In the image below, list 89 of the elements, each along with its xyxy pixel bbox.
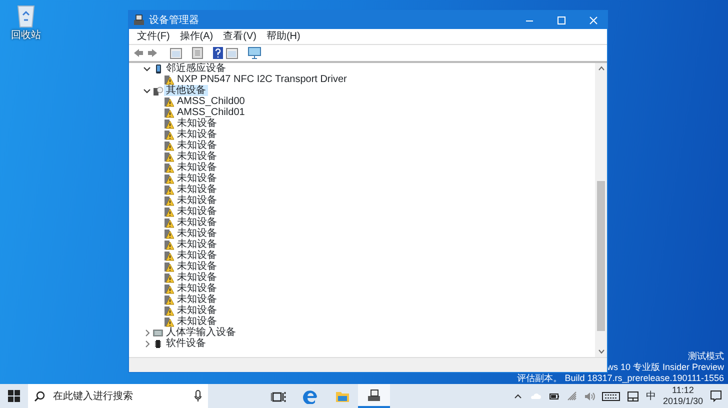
properties-icon[interactable] (170, 48, 182, 58)
warning-device-icon (164, 306, 174, 316)
menu-item[interactable]: 查看(V) (219, 29, 260, 44)
watermark-text: 评估副本。 Build 18317.rs_prerelease.190111-1556 (517, 373, 724, 384)
warning-device-icon (164, 262, 174, 272)
tree-item[interactable]: 未知设备 (175, 283, 219, 294)
back-arrow-icon[interactable] (133, 48, 144, 58)
warning-device-icon (164, 316, 174, 326)
computer-icon (133, 14, 145, 26)
tree-item[interactable]: 未知设备 (175, 305, 219, 316)
forward-arrow-icon[interactable] (147, 48, 158, 58)
document-icon[interactable] (192, 47, 203, 59)
tree-item[interactable]: 未知设备 (175, 118, 219, 129)
notification-icon[interactable] (710, 390, 722, 402)
phone-icon (153, 64, 163, 74)
tablet-icon[interactable] (626, 390, 639, 402)
tree-item[interactable]: 未知设备 (175, 228, 219, 239)
warning-device-icon (164, 294, 174, 304)
unknown-device-icon (153, 86, 163, 96)
menu-item[interactable]: 文件(F) (133, 29, 174, 44)
tree-item[interactable]: 未知设备 (175, 217, 219, 228)
tree-item[interactable]: 软件设备 (164, 338, 208, 349)
keyboard-icon (153, 328, 163, 338)
search-icon (34, 390, 45, 402)
microphone-icon[interactable] (194, 390, 202, 402)
tree-item[interactable]: NXP PN547 NFC I2C Transport Driver (175, 74, 349, 85)
monitor-icon[interactable] (248, 47, 261, 59)
warning-device-icon (164, 130, 174, 140)
watermark-text: 测试模式 (688, 351, 724, 362)
warning-device-icon (164, 184, 174, 194)
tree-item[interactable]: 其他设备 (164, 85, 208, 96)
warning-device-icon (164, 108, 174, 118)
tree-item[interactable]: 未知设备 (175, 316, 219, 327)
taskbar-app-button[interactable] (358, 384, 390, 408)
search-field[interactable]: 在此键入进行搜索 (51, 388, 188, 404)
tree-item[interactable]: 未知设备 (175, 184, 219, 195)
scroll-up-icon[interactable] (598, 66, 604, 71)
computer-icon (366, 388, 382, 402)
tree-item[interactable]: 未知设备 (175, 206, 219, 217)
search-bar[interactable]: 在此键入进行搜索 (28, 384, 208, 408)
panel-icon[interactable] (226, 48, 238, 58)
tree-item[interactable]: 未知设备 (175, 162, 219, 173)
warning-device-icon (164, 118, 174, 128)
browser-icon (302, 388, 318, 404)
warning-device-icon (164, 206, 174, 216)
warning-device-icon (164, 218, 174, 228)
scroll-down-icon[interactable] (598, 349, 604, 354)
tree-item[interactable]: 未知设备 (175, 272, 219, 283)
clock-date[interactable]: 2019/1/30 (662, 396, 703, 407)
tree-item[interactable]: 未知设备 (175, 195, 219, 206)
battery-icon[interactable] (548, 390, 560, 402)
speaker-icon[interactable] (584, 390, 595, 402)
warning-device-icon (164, 196, 174, 206)
menu-item[interactable]: 帮助(H) (262, 29, 304, 44)
menu-item[interactable]: 操作(A) (176, 29, 218, 44)
warning-device-icon (164, 284, 174, 294)
warning-device-icon (164, 140, 174, 150)
close-icon[interactable] (588, 16, 598, 24)
keyboard-icon[interactable] (602, 390, 620, 402)
tree-item[interactable]: 未知设备 (175, 173, 219, 184)
input-method-indicator[interactable]: 中 (646, 388, 656, 404)
warning-device-icon (164, 162, 174, 172)
tree-item[interactable]: 未知设备 (175, 151, 219, 162)
tree-item[interactable]: AMSS_Child01 (175, 107, 247, 118)
tree-item[interactable]: 未知设备 (175, 140, 219, 151)
chevron-down-icon[interactable] (142, 64, 152, 72)
warning-device-icon (164, 174, 174, 184)
window-title: 设备管理器 (149, 14, 200, 28)
tree-item[interactable]: 未知设备 (175, 129, 219, 140)
warning-device-icon (164, 272, 174, 282)
tree-item[interactable]: 未知设备 (175, 239, 219, 250)
chevron-down-icon[interactable] (142, 86, 152, 94)
warning-device-icon (164, 74, 174, 84)
maximize-icon[interactable] (556, 16, 566, 24)
warning-device-icon (164, 228, 174, 238)
tree-item[interactable]: 未知设备 (175, 294, 219, 305)
tree-item[interactable]: 未知设备 (175, 250, 219, 261)
chip-icon (153, 338, 163, 348)
scrollbar[interactable] (595, 63, 607, 357)
wifi-icon[interactable] (566, 390, 577, 402)
warning-device-icon (164, 152, 174, 162)
tree-item[interactable]: 人体学输入设备 (164, 327, 238, 338)
help-icon[interactable] (213, 47, 223, 59)
clock-time[interactable]: 11:12 (672, 385, 694, 396)
tree-item[interactable]: AMSS_Child00 (175, 96, 247, 107)
tree-item[interactable]: 未知设备 (175, 261, 219, 272)
warning-device-icon (164, 96, 174, 106)
warning-device-icon (164, 250, 174, 260)
warning-device-icon (164, 240, 174, 250)
